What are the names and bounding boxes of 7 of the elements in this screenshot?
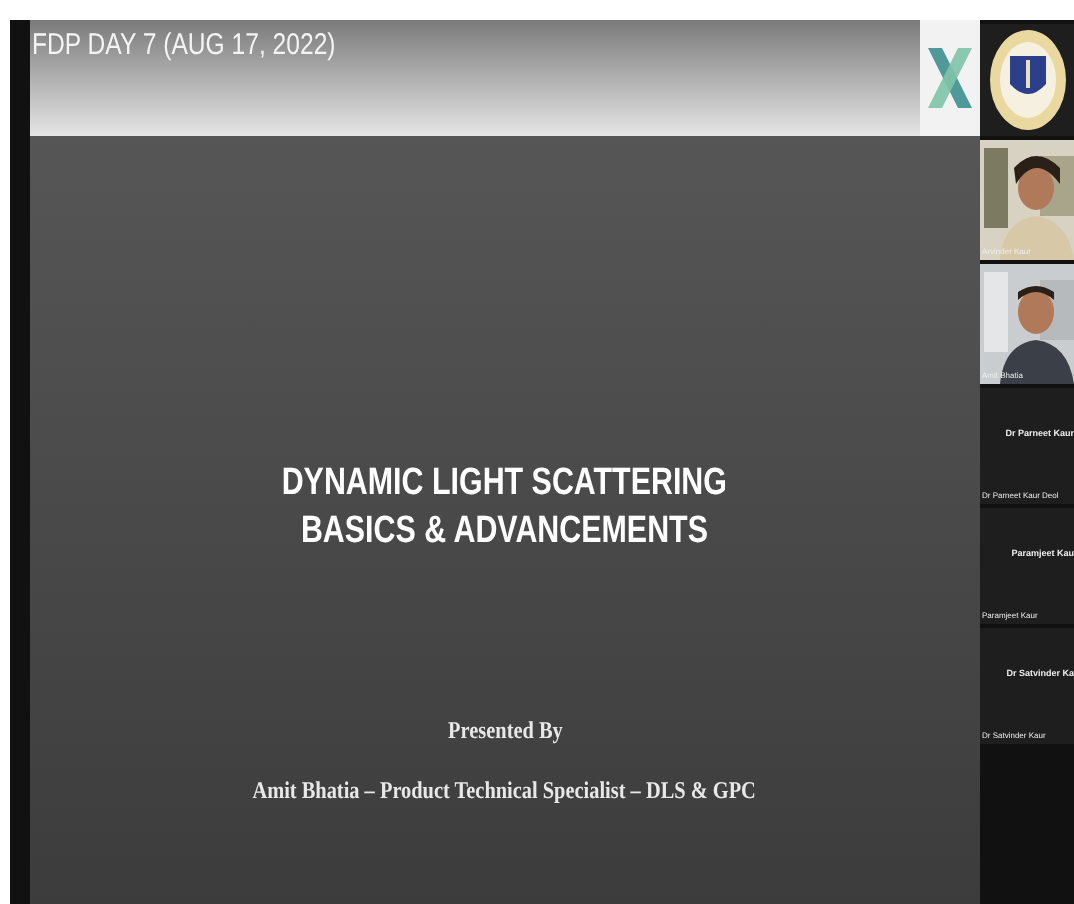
slide-title: BASICS & ADVANCEMENTS (301, 508, 709, 556)
slide-title: DYNAMIC LIGHT SCATTERING (282, 460, 728, 508)
presenter-name: Amit Bhatia – Product Technical Specialist – DLS & GPC (253, 776, 757, 806)
x-logo-icon (926, 44, 974, 112)
emblem-icon (987, 28, 1067, 132)
meeting-title: FDP DAY 7 (AUG 17, 2022) (32, 28, 336, 62)
presented-by-label: Presented By (447, 716, 563, 746)
